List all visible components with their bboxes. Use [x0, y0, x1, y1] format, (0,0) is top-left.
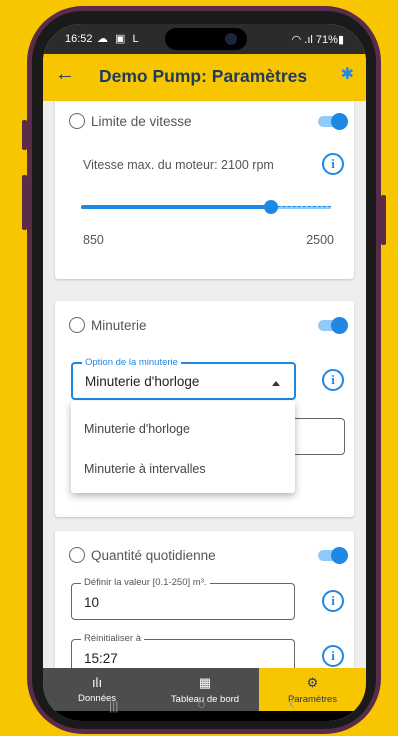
status-bar: 16:52 ☁ ▣ L ◠ .ıl 71%▮ [43, 24, 366, 54]
status-right: ◠ .ıl 71%▮ [292, 33, 344, 46]
timer-info-icon[interactable]: i [322, 369, 344, 391]
timer-options-menu: Minuterie d'horloge Minuterie à interval… [71, 401, 295, 493]
speed-slider[interactable] [81, 200, 331, 214]
menu-item-clock-timer[interactable]: Minuterie d'horloge [84, 422, 190, 436]
dropdown-arrow-icon [272, 381, 280, 386]
battery-level: 71%▮ [315, 34, 344, 46]
back-button[interactable]: ‹ [289, 695, 294, 713]
max-speed-label: Vitesse max. du moteur: 2100 rpm [83, 158, 274, 172]
signal-icon: ◠ .ıl [291, 34, 313, 46]
home-button[interactable]: ○ [197, 696, 206, 713]
timer-header: Minuterie [69, 317, 147, 333]
speed-slider-fill [81, 205, 271, 209]
daily-value: 10 [84, 595, 100, 610]
speed-limit-card: Limite de vitesse Vitesse max. du moteur… [55, 101, 354, 279]
timer-option-select[interactable]: Option de la minuterie Minuterie d'horlo… [71, 357, 296, 400]
speed-limit-header: Limite de vitesse [69, 113, 192, 129]
reset-time-value: 15:27 [84, 651, 118, 666]
notification-icons: ☁ ▣ L [97, 33, 141, 45]
camera-cutout [165, 28, 247, 50]
camera-lens [225, 33, 237, 45]
daily-quantity-header: Quantité quotidienne [69, 547, 216, 563]
app-bar: ← Demo Pump: Paramètres ✱ [43, 54, 366, 101]
side-button-right [381, 195, 386, 245]
daily-value-field[interactable]: Définir la valeur [0.1-250] m³. 10 [71, 577, 295, 620]
timer-title: Minuterie [91, 318, 147, 333]
timer-option-label: Option de la minuterie [82, 357, 181, 368]
timer-cycle-icon [69, 547, 85, 563]
timer-option-value: Minuterie d'horloge [85, 374, 200, 389]
stopwatch-icon [69, 317, 85, 333]
menu-item-interval-timer[interactable]: Minuterie à intervalles [84, 462, 206, 476]
daily-quantity-card: Quantité quotidienne Définir la valeur [… [55, 531, 354, 668]
timer-toggle[interactable] [318, 317, 348, 334]
reset-time-field[interactable]: Réinitialiser à 15:27 [71, 633, 295, 668]
speed-max-label: 2500 [306, 233, 334, 247]
back-arrow-icon[interactable]: ← [55, 63, 75, 86]
daily-value-label: Définir la valeur [0.1-250] m³. [81, 577, 210, 588]
speed-limit-title: Limite de vitesse [91, 114, 192, 129]
system-nav-buttons: ||| ○ ‹ [43, 695, 366, 721]
dashboard-icon: ▦ [198, 675, 212, 690]
gear-icon: ⚙ [306, 675, 319, 690]
recent-apps-button[interactable]: ||| [109, 699, 118, 713]
speed-min-label: 850 [83, 233, 104, 247]
bluetooth-icon[interactable]: ✱ [341, 64, 354, 84]
speedometer-icon [69, 113, 85, 129]
status-time: 16:52 [65, 33, 93, 45]
daily-quantity-title: Quantité quotidienne [91, 548, 216, 563]
page-title: Demo Pump: Paramètres [99, 66, 308, 86]
speed-slider-handle[interactable] [264, 200, 278, 214]
screen: 16:52 ☁ ▣ L ◠ .ıl 71%▮ ← Demo Pump: Para… [43, 24, 366, 721]
bar-chart-icon: ılı [91, 675, 103, 690]
speed-limit-toggle[interactable] [318, 113, 348, 130]
reset-time-info-icon[interactable]: i [322, 645, 344, 667]
settings-list[interactable]: Limite de vitesse Vitesse max. du moteur… [43, 101, 366, 668]
daily-quantity-toggle[interactable] [318, 547, 348, 564]
daily-value-info-icon[interactable]: i [322, 590, 344, 612]
reset-time-label: Réinitialiser à [81, 633, 145, 644]
side-button-left-2 [22, 175, 27, 230]
speed-info-icon[interactable]: i [322, 153, 344, 175]
side-button-left [22, 120, 27, 150]
